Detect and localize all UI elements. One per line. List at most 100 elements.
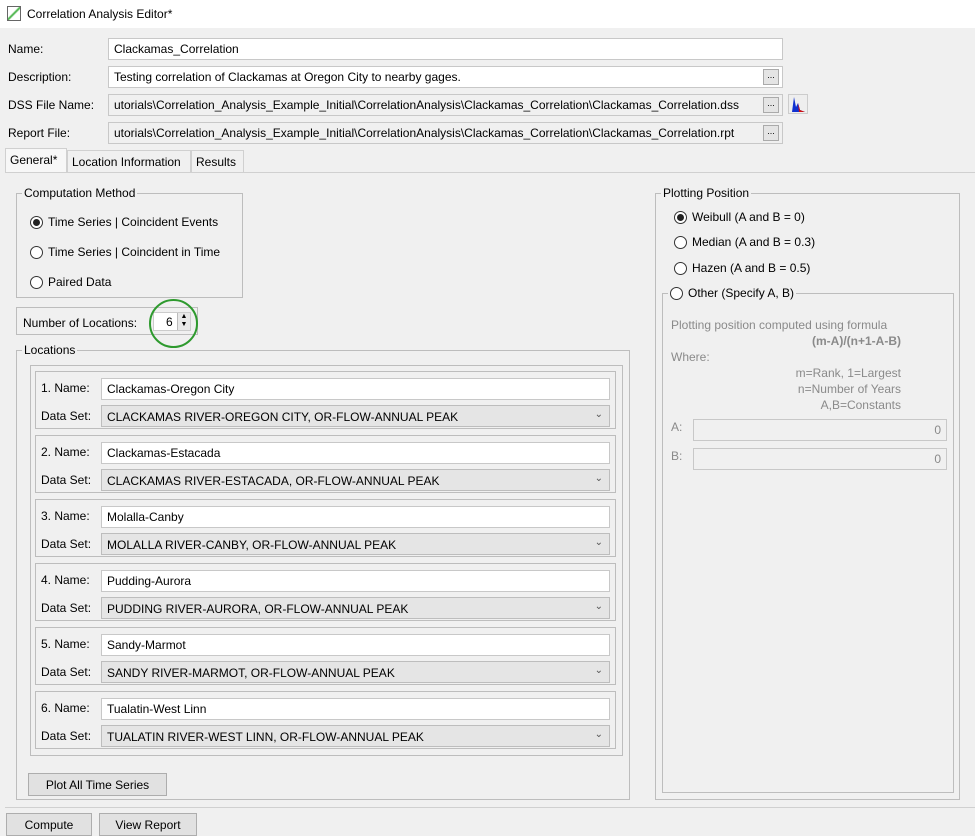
formula-intro: Plotting position computed using formula [671,318,888,332]
location-name-label: 6. Name: [41,701,90,715]
chevron-down-icon: ⌄ [594,537,603,548]
location-name-label: 2. Name: [41,445,90,459]
name-input[interactable]: Clackamas_Correlation [108,38,783,60]
app-icon [7,6,21,21]
radio-icon [674,235,687,249]
report-file-input[interactable]: utorials\Correlation_Analysis_Example_In… [108,122,783,144]
data-set-label: Data Set: [41,601,92,615]
radio-selected-icon [674,210,687,224]
data-set-label: Data Set: [41,537,92,551]
data-set-label: Data Set: [41,473,92,487]
tab-general[interactable]: General* [5,148,67,173]
description-label: Description: [8,70,72,84]
chevron-down-icon: ⌄ [594,473,603,484]
data-set-dropdown[interactable]: CLACKAMAS RIVER-ESTACADA, OR-FLOW-ANNUAL… [101,469,610,491]
location-name-label: 4. Name: [41,573,90,587]
computation-method-group: Computation Method Time Series | Coincid… [16,186,243,298]
chart-icon [792,97,805,112]
data-set-value: MOLALLA RIVER-CANBY, OR-FLOW-ANNUAL PEAK [107,538,397,552]
radio-label: Hazen (A and B = 0.5) [692,261,811,275]
chevron-down-icon: ⌄ [594,409,603,420]
data-set-value: PUDDING RIVER-AURORA, OR-FLOW-ANNUAL PEA… [107,602,409,616]
radio-label: Other (Specify A, B) [688,286,795,300]
window-title: Correlation Analysis Editor* [27,7,173,21]
where-label: Where: [671,350,710,364]
location-name-input[interactable]: Molalla-Canby [101,506,610,528]
chevron-down-icon: ⌄ [594,665,603,676]
tab-results[interactable]: Results [191,150,244,173]
data-set-value: TUALATIN RIVER-WEST LINN, OR-FLOW-ANNUAL… [107,730,424,744]
radio-weibull[interactable]: Weibull (A and B = 0) [674,210,805,224]
location-name-input[interactable]: Sandy-Marmot [101,634,610,656]
dss-file-input[interactable]: utorials\Correlation_Analysis_Example_In… [108,94,783,116]
location-name-input[interactable]: Pudding-Aurora [101,570,610,592]
view-report-button[interactable]: View Report [99,813,197,836]
radio-paired-data[interactable]: Paired Data [30,275,111,289]
radio-other[interactable]: Other (Specify A, B) [668,286,797,300]
location-entry: 5. Name: Sandy-Marmot Data Set: SANDY RI… [35,627,616,685]
dss-viewer-button[interactable] [788,94,808,114]
a-label: A: [671,420,683,434]
radio-coincident-events[interactable]: Time Series | Coincident Events [30,215,218,229]
plotting-position-title: Plotting Position [661,186,752,200]
data-set-label: Data Set: [41,729,92,743]
description-input[interactable]: Testing correlation of Clackamas at Oreg… [108,66,783,88]
radio-label: Time Series | Coincident in Time [48,245,221,259]
def-ab: A,B=Constants [820,398,901,412]
data-set-value: SANDY RIVER-MARMOT, OR-FLOW-ANNUAL PEAK [107,666,395,680]
locations-group: Locations 1. Name: Clackamas-Oregon City… [16,343,630,800]
formula: (m-A)/(n+1-A-B) [812,334,901,348]
radio-label: Median (A and B = 0.3) [692,235,816,249]
tab-location-information[interactable]: Location Information [67,150,191,173]
locations-list: 1. Name: Clackamas-Oregon City Data Set:… [30,365,623,756]
a-input[interactable]: 0 [693,419,947,441]
location-name-input[interactable]: Clackamas-Oregon City [101,378,610,400]
location-name-input[interactable]: Tualatin-West Linn [101,698,610,720]
chevron-down-icon: ⌄ [594,601,603,612]
location-name-label: 3. Name: [41,509,90,523]
other-group: Other (Specify A, B) Plotting position c… [662,286,954,793]
plot-all-time-series-button[interactable]: Plot All Time Series [28,773,167,796]
location-entry: 3. Name: Molalla-Canby Data Set: MOLALLA… [35,499,616,557]
report-browse-button[interactable]: ... [763,125,779,141]
radio-label: Time Series | Coincident Events [48,215,219,229]
data-set-value: CLACKAMAS RIVER-ESTACADA, OR-FLOW-ANNUAL… [107,474,440,488]
compute-button[interactable]: Compute [6,813,92,836]
data-set-label: Data Set: [41,409,92,423]
chevron-down-icon: ⌄ [594,729,603,740]
dss-browse-button[interactable]: ... [763,97,779,113]
computation-method-title: Computation Method [22,186,138,200]
data-set-dropdown[interactable]: SANDY RIVER-MARMOT, OR-FLOW-ANNUAL PEAK ⌄ [101,661,610,683]
def-n: n=Number of Years [797,382,901,396]
location-entry: 1. Name: Clackamas-Oregon City Data Set:… [35,371,616,429]
radio-label: Paired Data [48,275,112,289]
name-label: Name: [8,42,44,56]
radio-icon [670,286,683,300]
location-entry: 2. Name: Clackamas-Estacada Data Set: CL… [35,435,616,493]
data-set-dropdown[interactable]: CLACKAMAS RIVER-OREGON CITY, OR-FLOW-ANN… [101,405,610,427]
location-entry: 4. Name: Pudding-Aurora Data Set: PUDDIN… [35,563,616,621]
description-browse-button[interactable]: ... [763,69,779,85]
radio-icon [674,261,687,275]
b-input[interactable]: 0 [693,448,947,470]
radio-icon [30,275,43,289]
radio-hazen[interactable]: Hazen (A and B = 0.5) [674,261,810,275]
radio-median[interactable]: Median (A and B = 0.3) [674,235,815,249]
locations-title: Locations [22,343,78,357]
data-set-value: CLACKAMAS RIVER-OREGON CITY, OR-FLOW-ANN… [107,410,459,424]
location-name-label: 1. Name: [41,381,90,395]
number-of-locations-label: Number of Locations: [23,316,138,330]
def-m: m=Rank, 1=Largest [795,366,901,380]
highlight-circle [149,299,198,348]
location-name-input[interactable]: Clackamas-Estacada [101,442,610,464]
radio-icon [30,245,43,259]
data-set-dropdown[interactable]: PUDDING RIVER-AURORA, OR-FLOW-ANNUAL PEA… [101,597,610,619]
radio-coincident-in-time[interactable]: Time Series | Coincident in Time [30,245,220,259]
location-entry: 6. Name: Tualatin-West Linn Data Set: TU… [35,691,616,749]
radio-label: Weibull (A and B = 0) [692,210,805,224]
data-set-dropdown[interactable]: MOLALLA RIVER-CANBY, OR-FLOW-ANNUAL PEAK… [101,533,610,555]
radio-selected-icon [30,215,43,229]
data-set-dropdown[interactable]: TUALATIN RIVER-WEST LINN, OR-FLOW-ANNUAL… [101,725,610,747]
title-bar: Correlation Analysis Editor* [0,0,975,28]
location-name-label: 5. Name: [41,637,90,651]
